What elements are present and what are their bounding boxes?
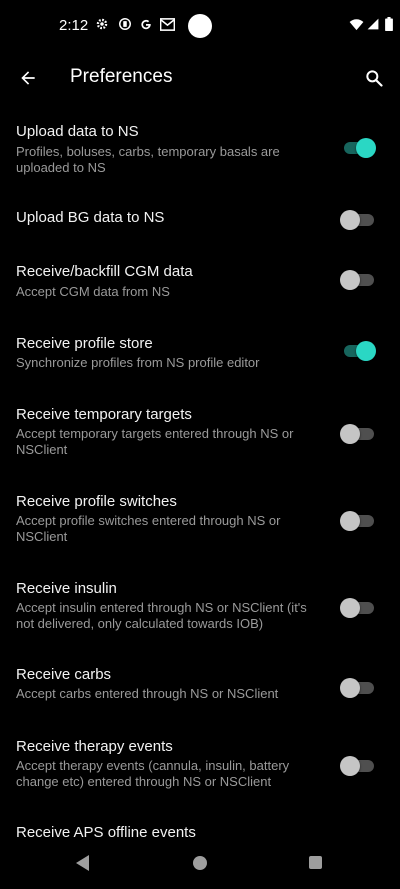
setting-title: Receive carbs xyxy=(16,666,112,683)
setting-receive-carbs[interactable]: Receive carbs Accept carbs entered throu… xyxy=(0,649,400,720)
page-title: Preferences xyxy=(70,66,173,87)
arrow-back-icon[interactable] xyxy=(14,64,42,92)
setting-receive-cgm[interactable]: Receive/backfill CGM data Accept CGM dat… xyxy=(0,246,400,318)
toggle-switch[interactable] xyxy=(340,210,374,230)
setting-summary: Accept insulin entered through NS or NSC… xyxy=(16,600,307,631)
toggle-switch[interactable] xyxy=(340,678,374,698)
gmail-icon xyxy=(159,16,175,32)
setting-title: Receive therapy events xyxy=(16,738,173,755)
setting-receive-temp-targets[interactable]: Receive temporary targets Accept tempora… xyxy=(0,388,400,475)
setting-receive-profile-store[interactable]: Receive profile store Synchronize profil… xyxy=(0,318,400,388)
setting-title: Receive/backfill CGM data xyxy=(16,263,193,280)
toggle-switch[interactable] xyxy=(344,138,376,158)
setting-summary: Accept temporary targets entered through… xyxy=(16,426,294,457)
setting-title: Receive profile store xyxy=(16,335,153,352)
setting-receive-therapy-events[interactable]: Receive therapy events Accept therapy ev… xyxy=(0,720,400,808)
setting-summary: Accept therapy events (cannula, insulin,… xyxy=(16,758,290,789)
setting-summary: Accept carbs entered through NS or NSCli… xyxy=(16,686,279,701)
google-icon xyxy=(138,16,154,32)
setting-summary: Profiles, boluses, carbs, temporary basa… xyxy=(16,144,280,175)
setting-title: Receive temporary targets xyxy=(16,406,192,423)
setting-summary: Accept profile switches entered through … xyxy=(16,513,281,544)
setting-title: Upload data to NS xyxy=(16,123,139,140)
setting-receive-insulin[interactable]: Receive insulin Accept insulin entered t… xyxy=(0,562,400,649)
preference-list: Upload data to NS Profiles, boluses, car… xyxy=(0,104,400,839)
setting-summary: Synchronize profiles from NS profile edi… xyxy=(16,355,260,370)
toggle-switch[interactable] xyxy=(340,424,374,444)
toggle-switch[interactable] xyxy=(340,756,374,776)
toggle-switch[interactable] xyxy=(344,341,376,361)
wifi-icon xyxy=(348,16,364,32)
setting-upload-data-ns[interactable]: Upload data to NS Profiles, boluses, car… xyxy=(0,104,400,194)
status-time: 2:12 xyxy=(59,17,89,34)
vpn-key-icon xyxy=(117,16,133,32)
battery-icon xyxy=(381,16,397,32)
setting-summary: Accept CGM data from NS xyxy=(16,284,170,299)
status-bar: 2:12 xyxy=(0,0,400,52)
setting-title: Receive profile switches xyxy=(16,493,177,510)
nav-home-icon[interactable] xyxy=(193,856,207,870)
app-toolbar: Preferences xyxy=(0,52,400,104)
search-icon[interactable] xyxy=(360,64,388,92)
setting-title: Receive APS offline events xyxy=(16,824,196,839)
nav-back-icon[interactable] xyxy=(76,855,89,871)
toggle-switch[interactable] xyxy=(340,270,374,290)
toggle-switch[interactable] xyxy=(340,598,374,618)
front-camera xyxy=(188,14,212,38)
signal-icon xyxy=(365,16,381,32)
system-nav-bar xyxy=(0,839,400,889)
setting-receive-aps-offline[interactable]: Receive APS offline events xyxy=(0,808,400,839)
setting-upload-bg-ns[interactable]: Upload BG data to NS xyxy=(0,194,400,246)
gear-icon xyxy=(94,16,110,32)
toggle-switch[interactable] xyxy=(340,511,374,531)
setting-receive-profile-switches[interactable]: Receive profile switches Accept profile … xyxy=(0,475,400,562)
setting-title: Receive insulin xyxy=(16,580,117,597)
nav-recents-icon[interactable] xyxy=(309,856,322,869)
setting-title: Upload BG data to NS xyxy=(16,209,165,226)
